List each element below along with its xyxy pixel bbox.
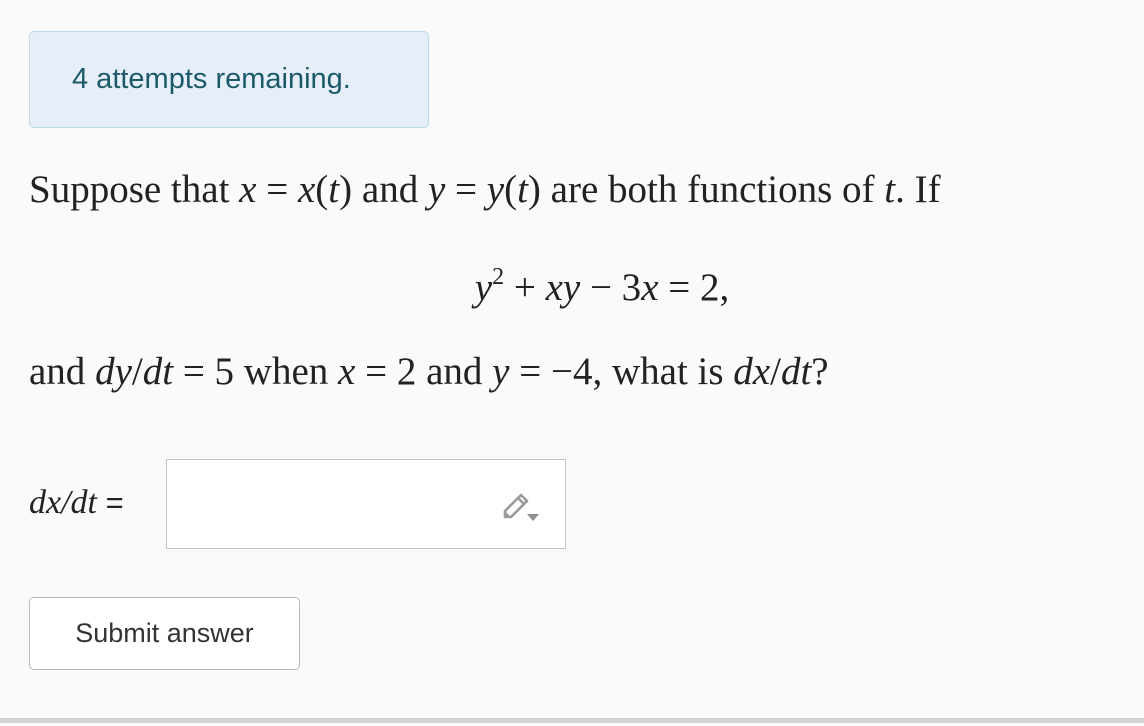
attempts-remaining-banner: 4 attempts remaining. (29, 31, 429, 128)
math-var: y (492, 350, 510, 393)
math-operator: + (504, 266, 546, 309)
answer-label: dx/dt = (29, 486, 124, 520)
math-var: dt (142, 350, 174, 393)
question-text: / (770, 350, 781, 393)
math-var: dt (780, 350, 812, 393)
question-text: ( (504, 168, 518, 211)
answer-label-variable: dx/dt (29, 484, 97, 521)
math-var: x (641, 266, 659, 309)
submit-answer-button[interactable]: Submit answer (29, 597, 300, 670)
question-text: = (445, 168, 487, 211)
question-text: = (256, 168, 298, 211)
math-var: xy (545, 266, 581, 309)
answer-input[interactable] (167, 460, 487, 548)
question-text: = −4, what is (509, 350, 734, 393)
page-bottom-divider (0, 718, 1144, 723)
question-equation: y2 + xy − 3x = 2, (0, 265, 1144, 309)
math-var: y (474, 266, 493, 309)
question-intro: Suppose that x = x(t) and y = y(t) are b… (29, 170, 941, 209)
answer-label-equals: = (96, 485, 124, 520)
question-text: = 5 when (173, 350, 339, 393)
question-prompt: and dy/dt = 5 when x = 2 and y = −4, wha… (29, 352, 829, 391)
question-text: ) and (339, 168, 428, 211)
answer-input-box[interactable] (166, 459, 566, 549)
math-var: t (328, 168, 340, 211)
math-operator: − 3 (580, 266, 642, 309)
question-text: ? (811, 350, 829, 393)
math-var: dx (733, 350, 771, 393)
math-var: x (239, 168, 257, 211)
math-exponent: 2 (492, 264, 505, 290)
pencil-icon[interactable] (501, 489, 541, 525)
math-var: t (884, 168, 896, 211)
question-text: / (131, 350, 143, 393)
math-var: y (486, 168, 505, 211)
question-text: Suppose that (29, 168, 240, 211)
question-text: . If (895, 168, 941, 211)
question-text: = 2 and (355, 350, 493, 393)
math-var: dy (95, 350, 132, 393)
question-text: ) are both functions of (527, 168, 885, 211)
math-var: t (517, 168, 528, 211)
question-text: ( (315, 168, 329, 211)
math-var: y (427, 168, 446, 211)
question-text: and (29, 350, 96, 393)
math-var: x (338, 350, 356, 393)
attempts-remaining-text: 4 attempts remaining. (72, 63, 351, 95)
math-var: x (297, 168, 316, 211)
math-operator: = 2, (658, 266, 730, 309)
